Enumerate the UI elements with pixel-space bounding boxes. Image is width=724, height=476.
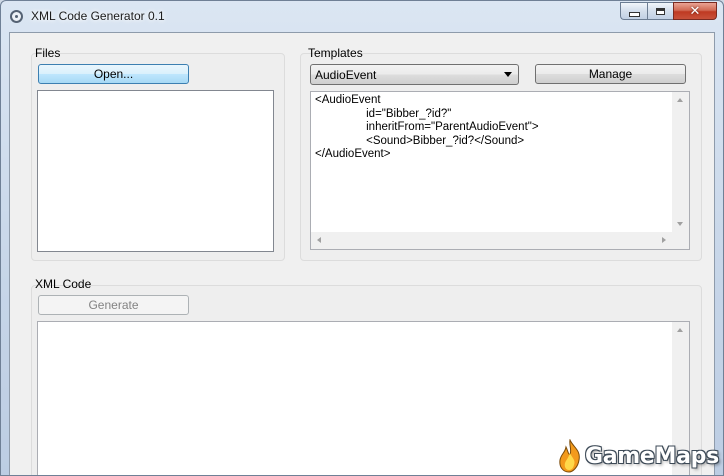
scrollbar-corner <box>672 232 689 249</box>
watermark: GameMaps <box>557 437 723 475</box>
maximize-button[interactable] <box>647 2 673 20</box>
scroll-right-arrow-icon[interactable] <box>662 237 666 243</box>
minimize-button[interactable] <box>620 2 647 20</box>
scroll-up-arrow-icon[interactable] <box>677 328 683 332</box>
maximize-icon <box>656 7 665 15</box>
scroll-down-arrow-icon[interactable] <box>677 222 683 226</box>
template-vertical-scrollbar[interactable] <box>672 92 689 232</box>
window-title: XML Code Generator 0.1 <box>31 9 165 23</box>
template-horizontal-scrollbar[interactable] <box>311 232 672 249</box>
app-gear-icon[interactable] <box>10 10 23 23</box>
manage-button[interactable]: Manage <box>535 64 686 84</box>
template-select-value: AudioEvent <box>315 68 377 82</box>
open-button[interactable]: Open... <box>38 64 189 84</box>
close-icon: ✕ <box>689 3 701 19</box>
flame-logo-icon <box>559 439 580 473</box>
client-area: Files Open... Templates AudioEvent Manag… <box>9 32 715 475</box>
template-editor[interactable]: <AudioEvent id="Bibber_?id?" inheritFrom… <box>310 91 690 250</box>
watermark-text: GameMaps <box>585 443 719 469</box>
title-bar[interactable]: XML Code Generator 0.1 ✕ <box>1 1 723 32</box>
template-code: <AudioEvent id="Bibber_?id?" inheritFrom… <box>315 94 539 160</box>
xml-code-label: XML Code <box>35 277 92 291</box>
caption-buttons: ✕ <box>620 2 717 21</box>
scroll-up-arrow-icon[interactable] <box>677 98 683 102</box>
minimize-icon <box>628 11 640 17</box>
files-label: Files <box>35 46 61 60</box>
templates-label: Templates <box>308 46 363 60</box>
files-list[interactable] <box>37 90 274 252</box>
close-button[interactable]: ✕ <box>673 2 717 20</box>
dropdown-arrow-icon <box>504 72 512 77</box>
app-window: XML Code Generator 0.1 ✕ Files Open... T… <box>0 0 724 476</box>
scroll-left-arrow-icon[interactable] <box>317 237 321 243</box>
template-select[interactable]: AudioEvent <box>310 64 519 85</box>
generate-button[interactable]: Generate <box>38 295 189 315</box>
